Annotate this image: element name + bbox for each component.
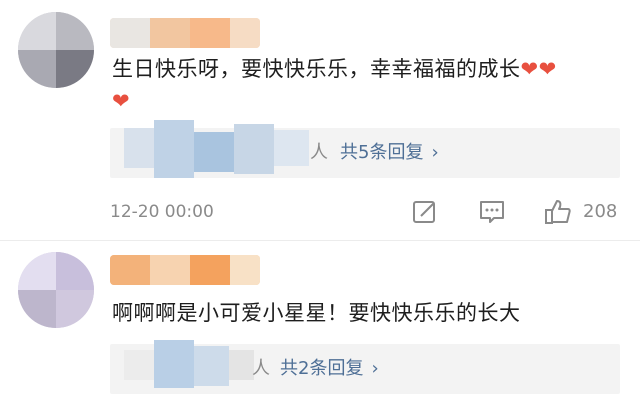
heart-emoji: ❤ bbox=[520, 57, 539, 81]
comment-text: 啊啊啊是小可爱小星星！要快快乐乐的长大 bbox=[112, 301, 521, 325]
username-blurred[interactable] bbox=[110, 18, 260, 48]
heart-emoji: ❤ bbox=[538, 57, 557, 81]
reply-count-link[interactable]: 共2条回复 › bbox=[280, 344, 379, 394]
reply-snippet-tail: 人 bbox=[252, 358, 270, 379]
timestamp: 12-20 00:00 bbox=[110, 202, 214, 222]
comment-text: 生日快乐呀，要快快乐乐，幸幸福福的成长❤❤ bbox=[112, 57, 557, 81]
thumbs-up-icon[interactable] bbox=[543, 197, 573, 227]
comment-meta: 12-20 00:00 208 bbox=[110, 197, 640, 227]
username-blurred[interactable] bbox=[110, 255, 260, 285]
chevron-right-icon: › bbox=[371, 358, 379, 379]
edit-icon[interactable] bbox=[410, 197, 440, 227]
comment-item: 啊啊啊是小可爱小星星！要快快乐乐的长大 人 共2条回复 › bbox=[0, 240, 640, 420]
chevron-right-icon: › bbox=[431, 142, 439, 163]
comment-item: 生日快乐呀，要快快乐乐，幸幸福福的成长❤❤ ❤ 人 共5条回复 › 12-20 0… bbox=[0, 0, 640, 250]
reply-snippet-blurred bbox=[124, 336, 254, 394]
avatar[interactable] bbox=[18, 12, 94, 88]
heart-emoji: ❤ bbox=[112, 89, 131, 113]
reply-count-link[interactable]: 共5条回复 › bbox=[340, 128, 439, 178]
reply-preview[interactable]: 人 共2条回复 › bbox=[110, 340, 620, 394]
comment-text-continued: ❤ bbox=[112, 84, 130, 118]
reply-snippet-tail: 人 bbox=[310, 142, 328, 163]
comment-icon[interactable] bbox=[477, 197, 507, 227]
avatar[interactable] bbox=[18, 252, 94, 328]
reply-preview[interactable]: 人 共5条回复 › bbox=[110, 120, 620, 178]
like-count: 208 bbox=[583, 201, 618, 222]
reply-snippet-blurred bbox=[124, 120, 309, 178]
